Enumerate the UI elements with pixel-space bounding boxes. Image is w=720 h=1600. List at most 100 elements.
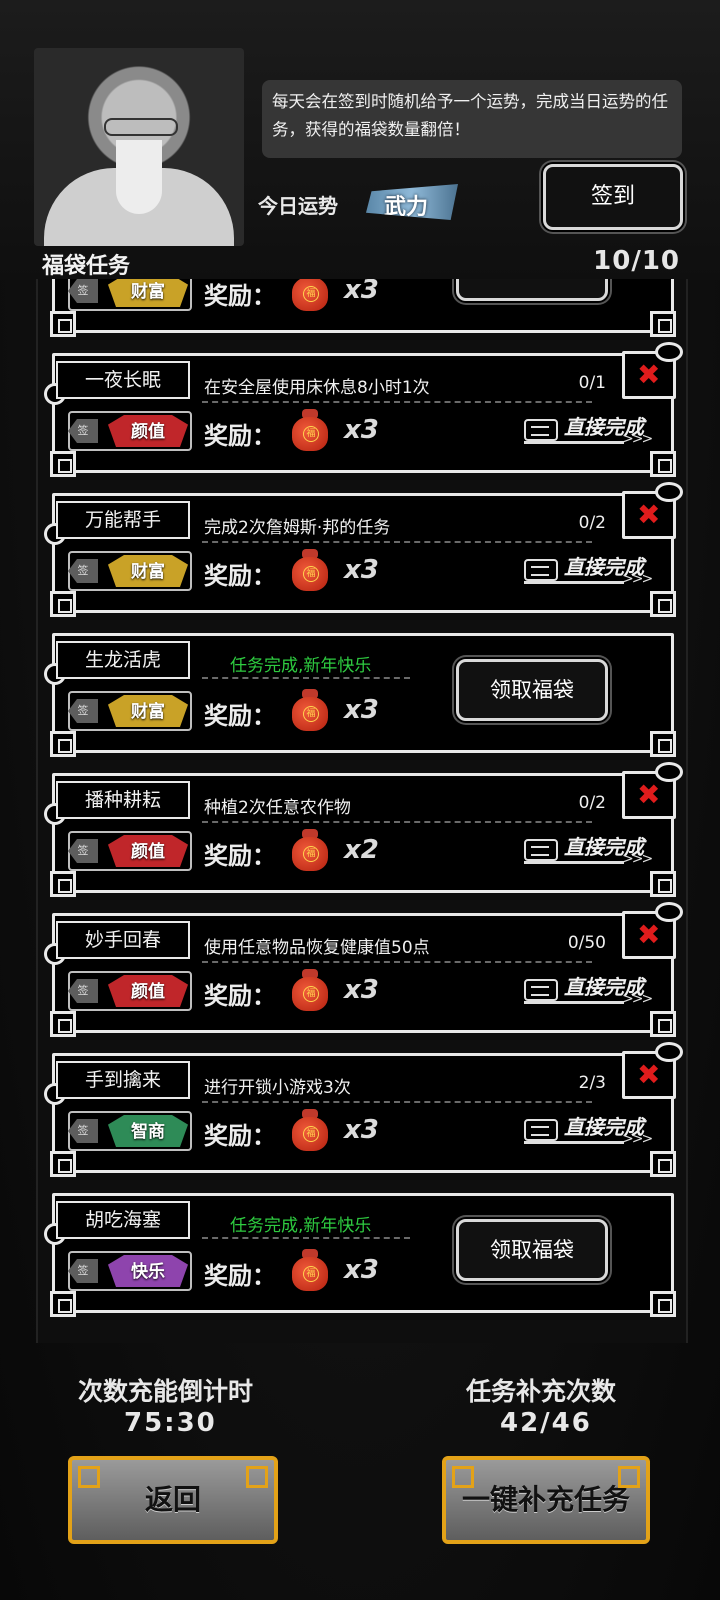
task-card: 播种耕耘种植2次任意农作物 0/2 ✖ 直接完成>>> 签颜值奖励： x2 xyxy=(44,762,683,897)
arrow-line xyxy=(524,1141,624,1144)
attribute-stamp: 财富 xyxy=(108,695,188,727)
discard-task-button[interactable]: ✖ xyxy=(622,762,683,819)
task-progress: 0/2 xyxy=(578,513,606,533)
task-description: 使用任意物品恢复健康值50点 xyxy=(204,938,430,958)
ticket-icon xyxy=(524,839,558,861)
discard-task-button[interactable]: ✖ xyxy=(622,482,683,539)
reward-label: 奖励： xyxy=(204,702,276,730)
discard-task-button[interactable]: ✖ xyxy=(622,902,683,959)
attribute-tag: 签颜值 xyxy=(68,831,192,871)
claim-bag-button[interactable]: 领取福袋 xyxy=(456,659,608,721)
close-icon: ✖ xyxy=(637,1058,661,1091)
sign-in-label: 签到 xyxy=(590,184,635,209)
ticket-icon xyxy=(524,559,558,581)
task-card: 胡吃海塞 任务完成,新年快乐 领取福袋签快乐奖励： x3 xyxy=(44,1193,676,1317)
task-complete-text: 任务完成,新年快乐 xyxy=(230,1216,372,1236)
divider xyxy=(202,541,592,543)
corner-ornament xyxy=(50,1011,76,1037)
refill-tasks-button[interactable]: 一键补充任务 xyxy=(442,1456,650,1544)
ticket-icon xyxy=(524,419,558,441)
fortune-badge: 武力 xyxy=(366,184,458,220)
corner-ornament xyxy=(50,1291,76,1317)
attribute-tag: 签颜值 xyxy=(68,411,192,451)
reward-label: 奖励： xyxy=(204,282,276,310)
arrow-line xyxy=(524,1001,624,1004)
claim-bag-button[interactable]: 领取福袋 xyxy=(456,1219,608,1281)
corner-ornament xyxy=(50,591,76,617)
attribute-stamp: 颜值 xyxy=(108,835,188,867)
chevron-right-icon: >>> xyxy=(622,571,653,587)
lucky-bag-icon xyxy=(290,829,330,871)
divider xyxy=(202,1237,410,1239)
task-name: 一夜长眠 xyxy=(56,361,190,399)
attribute-tag: 签财富 xyxy=(68,691,192,731)
attribute-stamp: 智商 xyxy=(108,1115,188,1147)
corner-ornament xyxy=(650,1291,676,1317)
corner-ornament xyxy=(50,731,76,757)
corner-ornament xyxy=(650,591,676,617)
task-list[interactable]: 领取福袋签财富奖励：x3一夜长眠在安全屋使用床休息8小时1次0/1✖直接完成>>… xyxy=(36,279,688,1343)
chevron-right-icon: >>> xyxy=(622,1131,653,1147)
back-button[interactable]: 返回 xyxy=(68,1456,278,1544)
task-card: 妙手回春使用任意物品恢复健康值50点 0/50 ✖ 直接完成>>> 签颜值奖励： x3 xyxy=(44,902,683,1037)
reward-multiplier: x3 xyxy=(344,975,379,1005)
discard-task-button[interactable]: ✖ xyxy=(622,1042,683,1099)
reward-label: 奖励： xyxy=(204,982,276,1010)
corner-ornament xyxy=(650,311,676,337)
ticket-icon xyxy=(524,979,558,1001)
lucky-bag-icon xyxy=(290,409,330,451)
corner-ornament xyxy=(650,1011,676,1037)
attribute-stamp: 颜值 xyxy=(108,415,188,447)
countdown-title: 次数充能倒计时 xyxy=(78,1377,254,1406)
fortune-tip: 每天会在签到时随机给予一个运势，完成当日运势的任务，获得的福袋数量翻倍！ xyxy=(262,80,682,158)
attribute-tag: 签财富 xyxy=(68,279,192,311)
task-progress: 2/3 xyxy=(578,1073,606,1093)
reward-label: 奖励： xyxy=(204,1262,276,1290)
close-icon: ✖ xyxy=(637,498,661,531)
quick-complete-button[interactable]: 直接完成 >>> xyxy=(524,551,654,591)
task-progress: 0/1 xyxy=(578,373,606,393)
lucky-bag-icon xyxy=(290,1249,330,1291)
fortune-value: 武力 xyxy=(384,195,429,220)
quick-complete-button[interactable]: 直接完成 >>> xyxy=(524,831,654,871)
task-name: 万能帮手 xyxy=(56,501,190,539)
corner-ornament xyxy=(650,731,676,757)
ticket-icon xyxy=(524,1119,558,1141)
divider xyxy=(202,1101,592,1103)
task-description: 完成2次詹姆斯·邦的任务 xyxy=(204,518,391,538)
section-count: 10/10 xyxy=(593,246,680,276)
reward-label: 奖励： xyxy=(204,1122,276,1150)
task-card: 生龙活虎 任务完成,新年快乐 领取福袋签财富奖励： x3 xyxy=(44,633,676,757)
reward-multiplier: x3 xyxy=(344,1255,379,1285)
discard-task-button[interactable]: ✖ xyxy=(622,342,683,399)
task-progress: 0/2 xyxy=(578,793,606,813)
reward-label: 奖励： xyxy=(204,842,276,870)
corner-ornament xyxy=(50,311,76,337)
reward-multiplier: x2 xyxy=(344,835,379,865)
reward-label: 奖励： xyxy=(204,562,276,590)
corner-ornament xyxy=(50,451,76,477)
attribute-tag: 签快乐 xyxy=(68,1251,192,1291)
task-description: 进行开锁小游戏3次 xyxy=(204,1078,351,1098)
quick-complete-button[interactable]: 直接完成 >>> xyxy=(524,971,654,1011)
corner-ornament xyxy=(50,1151,76,1177)
quick-complete-button[interactable]: 直接完成 >>> xyxy=(524,411,654,451)
quick-complete-button[interactable]: 直接完成 >>> xyxy=(524,1111,654,1151)
attribute-stamp: 财富 xyxy=(108,555,188,587)
reward-multiplier: x3 xyxy=(344,415,379,445)
corner-ornament xyxy=(50,871,76,897)
sign-in-button[interactable]: 签到 xyxy=(543,164,683,230)
task-name: 生龙活虎 xyxy=(56,641,190,679)
lucky-bag-icon xyxy=(290,279,330,311)
attribute-tag: 签财富 xyxy=(68,551,192,591)
chevron-right-icon: >>> xyxy=(622,991,653,1007)
arrow-line xyxy=(524,581,624,584)
close-icon: ✖ xyxy=(637,358,661,391)
attribute-stamp: 财富 xyxy=(108,279,188,307)
reward-multiplier: x3 xyxy=(344,555,379,585)
lucky-bag-icon xyxy=(290,689,330,731)
corner-ornament xyxy=(650,871,676,897)
corner-ornament xyxy=(650,451,676,477)
claim-bag-button[interactable]: 领取福袋 xyxy=(456,279,608,301)
divider xyxy=(202,677,410,679)
